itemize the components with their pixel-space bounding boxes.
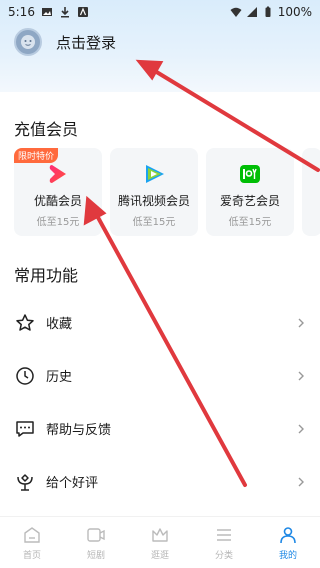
tencent-video-icon bbox=[146, 165, 164, 183]
function-label: 帮助与反馈 bbox=[46, 423, 112, 438]
youku-icon bbox=[49, 165, 66, 183]
flower-icon bbox=[14, 471, 36, 493]
function-label: 给个好评 bbox=[46, 476, 99, 491]
battery-level: 100% bbox=[277, 5, 312, 19]
chevron-right-icon bbox=[298, 318, 304, 327]
vip-card-price: 低至15元 bbox=[36, 217, 80, 228]
signal-icon bbox=[246, 7, 257, 17]
vip-card-price: 低至15元 bbox=[228, 217, 272, 228]
tab-label: 逛逛 bbox=[150, 550, 169, 561]
function-item-favorites[interactable]: 收藏 bbox=[0, 296, 320, 349]
chevron-right-icon bbox=[298, 424, 304, 433]
vip-card-name: 优酷会员 bbox=[33, 194, 82, 208]
vip-card-tencent[interactable]: 腾讯视频会员 低至15元 bbox=[110, 148, 198, 236]
bottom-tab-bar: 首页 短剧 逛逛 分类 我的 bbox=[0, 516, 320, 568]
chevron-right-icon bbox=[298, 477, 304, 486]
vip-card-iqiyi[interactable]: 爱奇艺会员 低至15元 bbox=[206, 148, 294, 236]
clock-icon bbox=[14, 365, 36, 387]
app-notification-icon bbox=[77, 7, 88, 17]
tab-category[interactable]: 分类 bbox=[192, 517, 256, 568]
vip-section-title: 充值会员 bbox=[14, 120, 79, 139]
battery-icon bbox=[265, 6, 271, 17]
chevron-right-icon bbox=[298, 371, 304, 380]
login-link[interactable]: 点击登录 bbox=[56, 32, 116, 53]
video-icon bbox=[87, 527, 105, 542]
functions-section-title: 常用功能 bbox=[14, 266, 79, 285]
vip-card-youku[interactable]: 限时特价 优酷会员 低至15元 bbox=[14, 148, 102, 236]
limited-offer-badge: 限时特价 bbox=[14, 148, 59, 163]
chat-icon bbox=[14, 418, 36, 440]
status-time: 5:16 bbox=[8, 5, 35, 19]
home-icon bbox=[24, 526, 40, 543]
iqiyi-icon bbox=[240, 165, 260, 183]
person-icon bbox=[280, 526, 296, 543]
avatar[interactable] bbox=[14, 28, 42, 56]
tab-label: 我的 bbox=[278, 550, 297, 561]
tab-label: 首页 bbox=[22, 550, 41, 561]
function-label: 收藏 bbox=[46, 317, 73, 332]
menu-icon bbox=[217, 528, 231, 541]
vip-card-name: 腾讯视频会员 bbox=[117, 194, 190, 208]
crown-icon bbox=[152, 527, 168, 542]
avatar-face-icon bbox=[21, 35, 35, 49]
tab-label: 分类 bbox=[214, 550, 233, 561]
download-icon bbox=[60, 7, 69, 18]
vip-card-name: 爱奇艺会员 bbox=[219, 194, 280, 208]
tab-label: 短剧 bbox=[86, 550, 105, 561]
function-item-history[interactable]: 历史 bbox=[0, 349, 320, 402]
status-bar: 5:16 100% bbox=[0, 0, 320, 24]
star-icon bbox=[14, 312, 36, 334]
vip-card-list: 限时特价 优酷会员 低至15元 腾讯视频会员 低至15元 爱奇艺会员 低至15元 bbox=[14, 148, 320, 236]
tab-short-drama[interactable]: 短剧 bbox=[64, 517, 128, 568]
tab-mine[interactable]: 我的 bbox=[256, 517, 320, 568]
function-item-rate[interactable]: 给个好评 bbox=[0, 455, 320, 508]
login-row[interactable]: 点击登录 bbox=[14, 26, 116, 58]
wifi-icon bbox=[230, 7, 242, 17]
image-icon bbox=[41, 8, 52, 16]
tab-home[interactable]: 首页 bbox=[0, 517, 64, 568]
vip-card-partial[interactable] bbox=[302, 148, 320, 236]
vip-card-price: 低至15元 bbox=[132, 217, 176, 228]
function-label: 历史 bbox=[46, 370, 73, 385]
tab-browse[interactable]: 逛逛 bbox=[128, 517, 192, 568]
function-item-help[interactable]: 帮助与反馈 bbox=[0, 402, 320, 455]
function-list: 收藏 历史 帮助与反馈 给个好评 bbox=[0, 296, 320, 508]
